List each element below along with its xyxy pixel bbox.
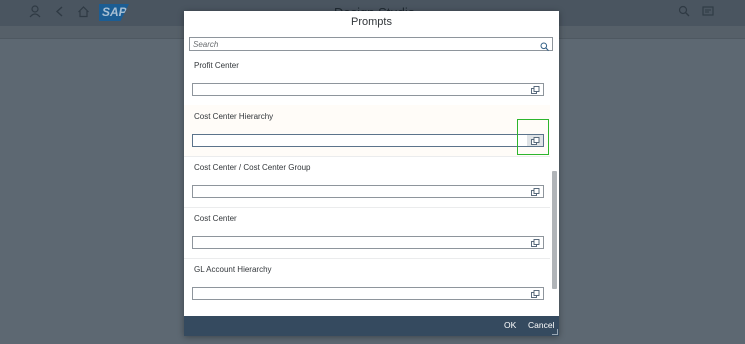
prompt-label: Cost Center / Cost Center Group bbox=[194, 163, 311, 172]
prompt-row-profit-center: Profit Center bbox=[184, 54, 550, 106]
prompt-field-gl-account-hierarchy[interactable] bbox=[192, 287, 544, 300]
dialog-footer: OK Cancel bbox=[184, 316, 559, 336]
prompts-list: Profit Center Cost Center Hierarchy Cost… bbox=[184, 54, 550, 316]
sap-logo[interactable]: SAP bbox=[99, 4, 129, 21]
prompt-row-cost-center: Cost Center bbox=[184, 207, 550, 259]
value-help-icon[interactable] bbox=[527, 135, 543, 146]
profit-center-input[interactable] bbox=[193, 84, 529, 95]
prompt-label: Cost Center Hierarchy bbox=[194, 112, 274, 121]
prompt-label: GL Account Hierarchy bbox=[194, 265, 272, 274]
value-help-icon[interactable] bbox=[527, 237, 543, 248]
notification-icon[interactable] bbox=[701, 5, 715, 19]
home-icon[interactable] bbox=[76, 5, 90, 19]
prompts-dialog: Prompts Profit Center Cost Center Hierar… bbox=[184, 11, 559, 336]
value-help-icon[interactable] bbox=[527, 186, 543, 197]
ok-button[interactable]: OK bbox=[504, 320, 516, 330]
prompt-row-gl-account-hierarchy: GL Account Hierarchy bbox=[184, 258, 550, 309]
resize-grip-icon[interactable] bbox=[552, 329, 558, 335]
scrollbar[interactable] bbox=[550, 54, 559, 316]
back-icon[interactable] bbox=[53, 5, 67, 19]
prompt-field-cost-center-hierarchy[interactable] bbox=[192, 134, 544, 147]
cost-center-group-input[interactable] bbox=[193, 186, 529, 197]
search-icon[interactable] bbox=[540, 39, 549, 52]
dialog-title: Prompts bbox=[184, 11, 559, 34]
search-field[interactable] bbox=[189, 37, 553, 52]
scrollbar-thumb[interactable] bbox=[552, 171, 557, 289]
cost-center-hierarchy-input[interactable] bbox=[193, 135, 529, 146]
prompt-label: Cost Center bbox=[194, 214, 237, 223]
user-icon[interactable] bbox=[28, 5, 42, 19]
prompt-field-cost-center-group[interactable] bbox=[192, 185, 544, 198]
cancel-button[interactable]: Cancel bbox=[528, 320, 554, 330]
search-input[interactable] bbox=[190, 38, 533, 50]
prompt-field-cost-center[interactable] bbox=[192, 236, 544, 249]
prompt-row-cost-center-hierarchy: Cost Center Hierarchy bbox=[184, 105, 550, 157]
prompt-row-cost-center-group: Cost Center / Cost Center Group bbox=[184, 156, 550, 208]
search-icon[interactable] bbox=[677, 5, 691, 19]
prompt-label: Profit Center bbox=[194, 61, 239, 70]
cost-center-input[interactable] bbox=[193, 237, 529, 248]
value-help-icon[interactable] bbox=[527, 84, 543, 95]
value-help-icon[interactable] bbox=[527, 288, 543, 299]
prompt-field-profit-center[interactable] bbox=[192, 83, 544, 96]
gl-account-hierarchy-input[interactable] bbox=[193, 288, 529, 299]
